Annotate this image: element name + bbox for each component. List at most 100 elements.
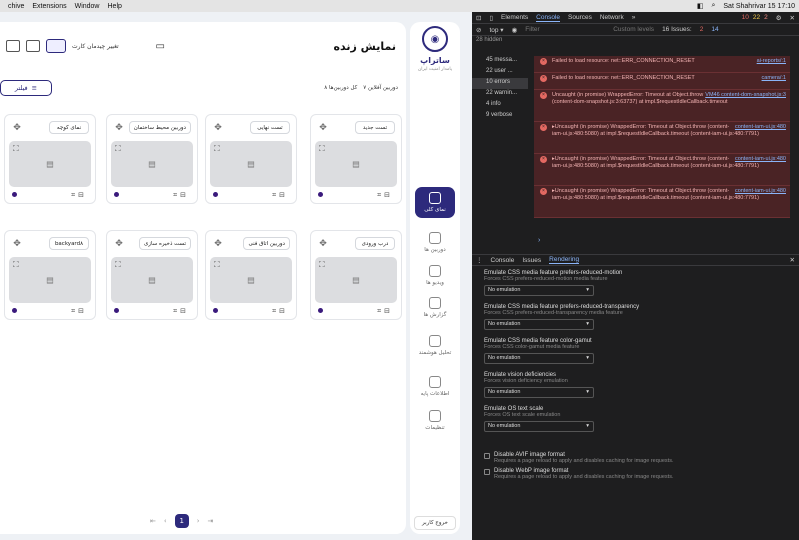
console-filter-item[interactable]: 10 errors (472, 78, 528, 89)
drawer-tab-console[interactable]: Console (491, 257, 515, 264)
drag-handle-icon[interactable]: ✥ (212, 122, 224, 134)
console-error[interactable]: × ai-reports/:1 Failed to load resource: n… (534, 56, 790, 73)
rendering-checkbox-option[interactable]: Disable AVIF image format Requires a page… (484, 452, 784, 464)
last-page-icon[interactable]: ⇥ (208, 517, 214, 525)
filter-button[interactable]: فیلتر ≡ (0, 80, 52, 96)
rendering-checkbox-option[interactable]: Disable WebP image format Requires a page… (484, 468, 784, 480)
layout-3-icon[interactable] (26, 40, 40, 52)
nav-item[interactable]: ویدیو ها (410, 265, 460, 286)
camera-preview[interactable]: ⛶ ▤ (111, 141, 193, 187)
console-error[interactable]: × content-iam-ui.js:480 ▸Uncaught (in prom… (534, 122, 790, 154)
camera-controls[interactable]: ⌗⊟ (272, 191, 288, 200)
drawer-tab-issues[interactable]: Issues (522, 257, 541, 264)
fullscreen-icon[interactable]: ⛶ (214, 260, 220, 270)
camera-controls[interactable]: ⌗⊟ (71, 307, 87, 316)
nav-item[interactable]: تحلیل هوشمند (410, 335, 460, 356)
drawer-tab-rendering[interactable]: Rendering (549, 256, 580, 264)
emulation-select[interactable]: No emulation (484, 319, 594, 330)
camera-preview[interactable]: ⛶ ▤ (210, 141, 292, 187)
context-select[interactable]: top ▾ (489, 26, 503, 34)
nav-item[interactable]: تنظیمات (410, 410, 460, 431)
first-page-icon[interactable]: ⇤ (150, 517, 156, 525)
device-icon[interactable]: ▯ (489, 14, 493, 22)
camera-card[interactable]: دوربین اتاق فنی ✥ ⛶ ▤ ⌗⊟ (205, 230, 297, 320)
nav-item[interactable]: گزارش ها (410, 297, 460, 318)
counters[interactable]: 10 22 2 (742, 14, 768, 21)
emulation-select[interactable]: No emulation (484, 353, 594, 364)
logout-button[interactable]: خروج کاربر (414, 516, 456, 530)
levels-select[interactable]: Custom levels (613, 26, 654, 33)
fullscreen-icon[interactable]: ⛶ (13, 144, 19, 154)
map-icon[interactable]: ▭ (156, 41, 165, 52)
camera-controls[interactable]: ⌗⊟ (272, 307, 288, 316)
more-tabs-icon[interactable]: » (632, 14, 636, 21)
car-icon[interactable]: ⊟ (78, 191, 87, 199)
clear-icon[interactable]: ⊘ (476, 26, 481, 34)
camera-card[interactable]: درب ورودی ✥ ⛶ ▤ ⌗⊟ (310, 230, 402, 320)
console-filter-item[interactable]: 22 warnin... (472, 89, 528, 100)
menu-archive[interactable]: chive (8, 3, 24, 10)
camera-preview[interactable]: ⛶ ▤ (111, 257, 193, 303)
nav-item[interactable]: دوربین ها (410, 232, 460, 253)
drag-handle-icon[interactable]: ✥ (113, 238, 125, 250)
console-error[interactable]: × content-iam-ui.js:480 ▸Uncaught (in prom… (534, 186, 790, 218)
gear-icon[interactable]: ⚙ (776, 14, 782, 22)
camera-card[interactable]: backyard۸ ✥ ⛶ ▤ ⌗⊟ (4, 230, 96, 320)
drawer-close-icon[interactable]: ✕ (790, 256, 795, 264)
emulation-select[interactable]: No emulation (484, 421, 594, 432)
console-filter-item[interactable]: 4 info (472, 100, 528, 111)
layout-4-icon[interactable] (46, 39, 66, 53)
camera-controls[interactable]: ⌗⊟ (173, 191, 189, 200)
drag-handle-icon[interactable]: ✥ (113, 122, 125, 134)
drag-handle-icon[interactable]: ✥ (317, 122, 329, 134)
filter-input[interactable]: Filter (525, 26, 605, 33)
inspect-icon[interactable]: ⊡ (476, 14, 481, 22)
menu-help[interactable]: Help (108, 3, 122, 10)
fullscreen-icon[interactable]: ⛶ (319, 260, 325, 270)
search-icon[interactable]: ⌕ (711, 2, 715, 10)
menu-window[interactable]: Window (75, 3, 100, 10)
next-page-icon[interactable]: › (197, 517, 200, 525)
camera-controls[interactable]: ⌗⊟ (377, 191, 393, 200)
camera-card[interactable]: دوربین محیط ساختمان ✥ ⛶ ▤ ⌗⊟ (106, 114, 198, 204)
car-icon[interactable]: ⊟ (279, 307, 288, 315)
camera-controls[interactable]: ⌗⊟ (71, 191, 87, 200)
camera-preview[interactable]: ⛶ ▤ (315, 141, 397, 187)
tab-network[interactable]: Network (600, 14, 624, 21)
camera-preview[interactable]: ⛶ ▤ (315, 257, 397, 303)
car-icon[interactable]: ⊟ (180, 191, 189, 199)
console-filter-item[interactable]: 9 verbose (472, 111, 528, 122)
camera-preview[interactable]: ⛶ ▤ (210, 257, 292, 303)
layout-2-icon[interactable] (6, 40, 20, 52)
error-source[interactable]: camera/:1 (762, 75, 786, 82)
drag-handle-icon[interactable]: ✥ (11, 122, 23, 134)
car-icon[interactable]: ⊟ (384, 191, 393, 199)
camera-preview[interactable]: ⛶ ▤ (9, 257, 91, 303)
eye-icon[interactable]: ◉ (512, 26, 518, 34)
car-icon[interactable]: ⊟ (78, 307, 87, 315)
console-error[interactable]: × content-iam-ui.js:480 ▸Uncaught (in prom… (534, 154, 790, 186)
camera-controls[interactable]: ⌗⊟ (173, 307, 189, 316)
console-error[interactable]: × camera/:1 Failed to load resource: net::… (534, 73, 790, 90)
camera-card[interactable]: تست جدید ✥ ⛶ ▤ ⌗⊟ (310, 114, 402, 204)
prev-page-icon[interactable]: ‹ (164, 517, 167, 525)
console-error[interactable]: × VM46 content-dom-snapshot.js:3 Uncaught … (534, 90, 790, 122)
tab-console[interactable]: Console (536, 14, 560, 22)
car-icon[interactable]: ⊟ (180, 307, 189, 315)
fullscreen-icon[interactable]: ⛶ (13, 260, 19, 270)
console-prompt[interactable]: › (538, 237, 540, 244)
issues-label[interactable]: 16 Issues: (662, 26, 692, 33)
drawer-menu-icon[interactable]: ⋮ (476, 256, 483, 264)
error-source[interactable]: ai-reports/:1 (757, 58, 786, 65)
fullscreen-icon[interactable]: ⛶ (319, 144, 325, 154)
camera-card[interactable]: تست نهایی ✥ ⛶ ▤ ⌗⊟ (205, 114, 297, 204)
drag-handle-icon[interactable]: ✥ (212, 238, 224, 250)
close-icon[interactable]: ✕ (790, 14, 795, 22)
nav-item[interactable]: نمای کلی (415, 187, 455, 218)
console-filter-item[interactable]: 45 messa... (472, 56, 528, 67)
camera-controls[interactable]: ⌗⊟ (377, 307, 393, 316)
wifi-icon[interactable]: ◧ (697, 2, 704, 10)
camera-card[interactable]: نمای کوچه ✥ ⛶ ▤ ⌗⊟ (4, 114, 96, 204)
fullscreen-icon[interactable]: ⛶ (115, 144, 121, 154)
drag-handle-icon[interactable]: ✥ (11, 238, 23, 250)
